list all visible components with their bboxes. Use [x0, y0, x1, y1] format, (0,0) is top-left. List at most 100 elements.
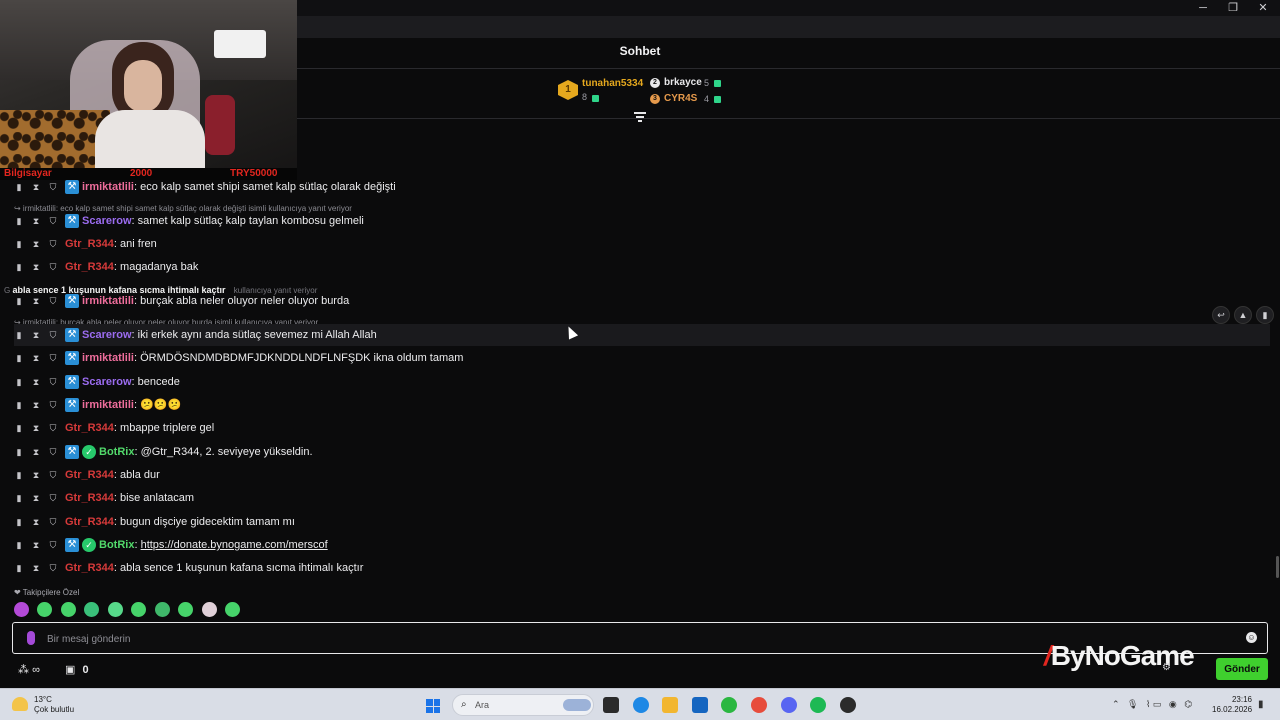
timeout-icon[interactable]: ⧗ — [31, 216, 41, 226]
chat-message-row[interactable]: ▮ ⧗ ⛉ Gtr_R344: bugun dişciye gidecektim ta… — [14, 511, 1270, 533]
timeout-icon[interactable]: ⧗ — [31, 296, 41, 306]
delete-icon[interactable]: ▮ — [14, 377, 24, 387]
delete-icon[interactable]: ▮ — [1256, 306, 1274, 324]
chat-message-row[interactable]: ▮ ⧗ ⛉ Gtr_R344: mbappe triplere gel — [14, 417, 1270, 439]
delete-icon[interactable]: ▮ — [14, 470, 24, 480]
timeout-icon[interactable]: ⧗ — [31, 400, 41, 410]
delete-icon[interactable]: ▮ — [14, 262, 24, 272]
chat-message-row[interactable]: ▮ ⧗ ⛉ Gtr_R344: abla sence 1 kuşunun kafana… — [14, 557, 1270, 579]
chat-message-row[interactable]: ▮ ⧗ ⛉ ⚒ irmiktatlili: ÖRMDÖSNDMDBDMFJDKNDDLN… — [14, 347, 1270, 369]
chat-username[interactable]: Scarerow — [82, 329, 132, 341]
chat-username[interactable]: Gtr_R344 — [65, 261, 114, 273]
shield-icon[interactable]: ⛉ — [48, 470, 58, 480]
shield-icon[interactable]: ⛉ — [48, 400, 58, 410]
chat-username[interactable]: Scarerow — [82, 376, 132, 388]
chat-message-row[interactable]: ▮ ⧗ ⛉ Gtr_R344: abla dur — [14, 464, 1270, 486]
pin-icon[interactable]: ▲ — [1234, 306, 1252, 324]
chat-username[interactable]: BotRix — [99, 446, 134, 458]
donation-link[interactable]: https://donate.bynogame.com/merscof — [141, 539, 328, 551]
chat-message-row[interactable]: ▮ ⧗ ⛉ Gtr_R344: bise anlatacam — [14, 487, 1270, 509]
emote-icon[interactable] — [84, 602, 100, 617]
emote-icon[interactable] — [131, 602, 147, 617]
shield-icon[interactable]: ⛉ — [48, 563, 58, 573]
timeout-icon[interactable]: ⧗ — [31, 377, 41, 387]
shield-icon[interactable]: ⛉ — [48, 447, 58, 457]
chat-message-row[interactable]: ▮ ⧗ ⛉ ⚒ Scarerow: iki erkek aynı anda sütlaç… — [14, 324, 1270, 346]
discord-icon[interactable] — [781, 697, 797, 713]
shield-icon[interactable]: ⛉ — [48, 182, 58, 192]
emote-icon[interactable] — [60, 602, 76, 617]
emote-icon[interactable] — [37, 602, 53, 617]
shield-icon[interactable]: ⛉ — [48, 239, 58, 249]
emote-icon[interactable] — [14, 602, 29, 617]
shield-icon[interactable]: ⛉ — [48, 493, 58, 503]
leader-3-name[interactable]: CYR4S — [664, 93, 697, 104]
chat-message-row[interactable]: ▮ ⧗ ⛉ ⚒ Scarerow: bencede — [14, 371, 1270, 393]
timeout-icon[interactable]: ⧗ — [31, 239, 41, 249]
delete-icon[interactable]: ▮ — [14, 400, 24, 410]
taskbar-search[interactable]: ⌕ Ara — [452, 694, 594, 716]
chat-message-row[interactable]: ▮ ⧗ ⛉ ⚒ irmiktatlili: 😕😕😕 — [14, 394, 1270, 416]
delete-icon[interactable]: ▮ — [14, 517, 24, 527]
task-view-icon[interactable] — [603, 697, 619, 713]
chat-username[interactable]: Gtr_R344 — [65, 238, 114, 250]
delete-icon[interactable]: ▮ — [14, 540, 24, 550]
outlook-icon[interactable] — [692, 697, 708, 713]
chat-username[interactable]: Gtr_R344 — [65, 469, 114, 481]
timeout-icon[interactable]: ⧗ — [31, 423, 41, 433]
emote-icon[interactable] — [201, 602, 217, 617]
chat-username[interactable]: BotRix — [99, 539, 134, 551]
obs-icon[interactable] — [840, 697, 856, 713]
delete-icon[interactable]: ▮ — [14, 239, 24, 249]
shield-icon[interactable]: ⛉ — [48, 262, 58, 272]
notification-icon[interactable]: ▮ — [1258, 699, 1264, 710]
minimize-button[interactable]: ─ — [1188, 1, 1218, 15]
chat-username[interactable]: Gtr_R344 — [65, 562, 114, 574]
send-button[interactable]: Gönder — [1216, 658, 1268, 680]
emoji-icon[interactable]: ☺ — [1246, 632, 1257, 643]
filter-sort-icon[interactable] — [634, 112, 646, 122]
leader-1-name[interactable]: tunahan5334 — [582, 78, 643, 89]
chat-username[interactable]: Gtr_R344 — [65, 422, 114, 434]
delete-icon[interactable]: ▮ — [14, 563, 24, 573]
microphone-icon[interactable] — [27, 631, 35, 645]
delete-icon[interactable]: ▮ — [14, 423, 24, 433]
delete-icon[interactable]: ▮ — [14, 216, 24, 226]
share-icon[interactable]: ⁂ — [18, 664, 29, 676]
leader-2-name[interactable]: brkayce — [664, 77, 702, 88]
delete-icon[interactable]: ▮ — [14, 353, 24, 363]
timeout-icon[interactable]: ⧗ — [31, 262, 41, 272]
chat-username[interactable]: irmiktatlili — [82, 399, 134, 411]
emote-icon[interactable] — [154, 602, 170, 617]
edge-icon[interactable] — [633, 697, 649, 713]
store-icon[interactable]: ▣ — [65, 664, 75, 676]
delete-icon[interactable]: ▮ — [14, 447, 24, 457]
timeout-icon[interactable]: ⧗ — [31, 563, 41, 573]
reply-icon[interactable]: ↩ — [1212, 306, 1230, 324]
timeout-icon[interactable]: ⧗ — [31, 540, 41, 550]
delete-icon[interactable]: ▮ — [14, 182, 24, 192]
shield-icon[interactable]: ⛉ — [48, 540, 58, 550]
timeout-icon[interactable]: ⧗ — [31, 330, 41, 340]
timeout-icon[interactable]: ⧗ — [31, 182, 41, 192]
chat-message-row[interactable]: ▮ ⧗ ⛉ Gtr_R344: magadanya bak — [14, 256, 1270, 278]
delete-icon[interactable]: ▮ — [14, 330, 24, 340]
timeout-icon[interactable]: ⧗ — [31, 517, 41, 527]
system-tray[interactable]: ⌃ 🎙 ⌇ ▭ ◉ ⌬ — [1112, 699, 1192, 710]
file-explorer-icon[interactable] — [662, 697, 678, 713]
chat-username[interactable]: Scarerow — [82, 215, 132, 227]
weather-widget[interactable]: 13°C Çok bulutlu — [34, 695, 74, 715]
timeout-icon[interactable]: ⧗ — [31, 447, 41, 457]
chat-username[interactable]: Gtr_R344 — [65, 492, 114, 504]
chrome-icon[interactable] — [751, 697, 767, 713]
emote-icon[interactable] — [178, 602, 194, 617]
delete-icon[interactable]: ▮ — [14, 296, 24, 306]
timeout-icon[interactable]: ⧗ — [31, 493, 41, 503]
chat-username[interactable]: irmiktatlili — [82, 352, 134, 364]
chat-username[interactable]: irmiktatlili — [82, 295, 134, 307]
shield-icon[interactable]: ⛉ — [48, 377, 58, 387]
shield-icon[interactable]: ⛉ — [48, 353, 58, 363]
chat-message-row[interactable]: ▮ ⧗ ⛉ Gtr_R344: ani fren — [14, 233, 1270, 255]
delete-icon[interactable]: ▮ — [14, 493, 24, 503]
close-button[interactable]: ✕ — [1248, 1, 1278, 15]
